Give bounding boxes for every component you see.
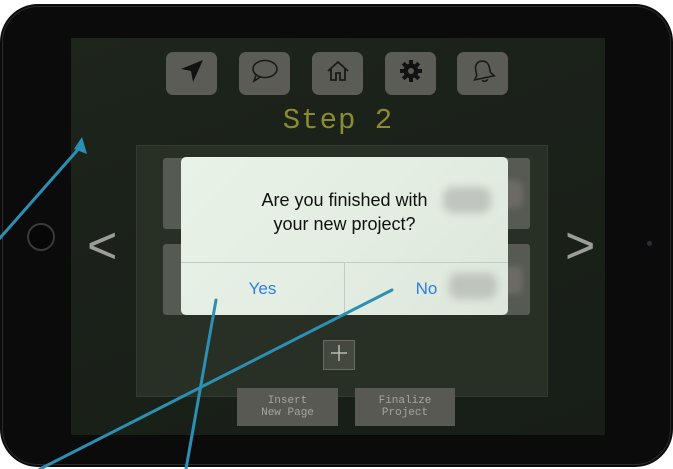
annotation-line (38, 288, 394, 469)
annotation-line (184, 298, 218, 469)
annotation-overlay (0, 137, 394, 469)
annotation-line (0, 143, 84, 240)
